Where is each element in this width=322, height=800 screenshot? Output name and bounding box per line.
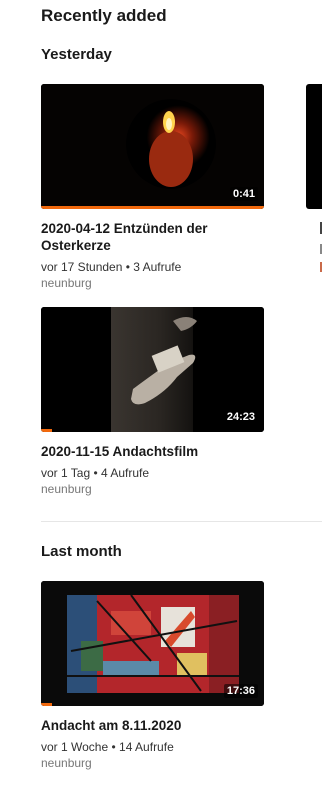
channel-link[interactable]: neunburg [41,275,264,291]
channel-link[interactable]: neunburg [41,755,264,771]
video-meta: vor 1 Tag • 4 Aufrufe [41,466,150,480]
video-age: vor 1 Tag [41,466,91,480]
video-card: 17:36 Andacht am 8.11.2020 vor 1 Woche •… [41,581,264,771]
video-title-link[interactable]: 2020-04-12 Entzünden der Osterkerze [41,220,264,254]
video-thumbnail[interactable]: 0:41 [41,84,264,209]
duration-badge: 24:23 [223,410,258,424]
section-title-yesterday: Yesterday [41,46,112,63]
video-age: vor 1 Woche [41,740,109,754]
section-divider [41,521,322,522]
video-thumbnail[interactable]: 24:23 [41,307,264,432]
duration-badge: 0:41 [229,187,258,201]
next-video-thumbnail-peek[interactable] [306,84,322,209]
watch-progress-bar [41,206,264,209]
video-title-link[interactable]: Andacht am 8.11.2020 [41,717,264,734]
section-title-last-month: Last month [41,543,122,560]
video-title-link[interactable]: 2020-11-15 Andachtsfilm [41,443,264,460]
view-count: 14 Aufrufe [119,740,174,754]
video-thumbnail[interactable]: 17:36 [41,581,264,706]
watch-progress-bar [41,429,53,432]
video-age: vor 17 Stunden [41,260,123,274]
watch-progress-bar [41,703,53,706]
channel-link[interactable]: neunburg [41,481,264,497]
video-card: 0:41 2020-04-12 Entzünden der Osterkerze… [41,84,264,291]
view-count: 4 Aufrufe [101,466,150,480]
video-card: 24:23 2020-11-15 Andachtsfilm vor 1 Tag … [41,307,264,497]
page-title: Recently added [41,6,167,25]
view-count: 3 Aufrufe [133,260,182,274]
video-meta: vor 17 Stunden • 3 Aufrufe [41,260,182,274]
video-meta: vor 1 Woche • 14 Aufrufe [41,740,174,754]
duration-badge: 17:36 [223,684,258,698]
